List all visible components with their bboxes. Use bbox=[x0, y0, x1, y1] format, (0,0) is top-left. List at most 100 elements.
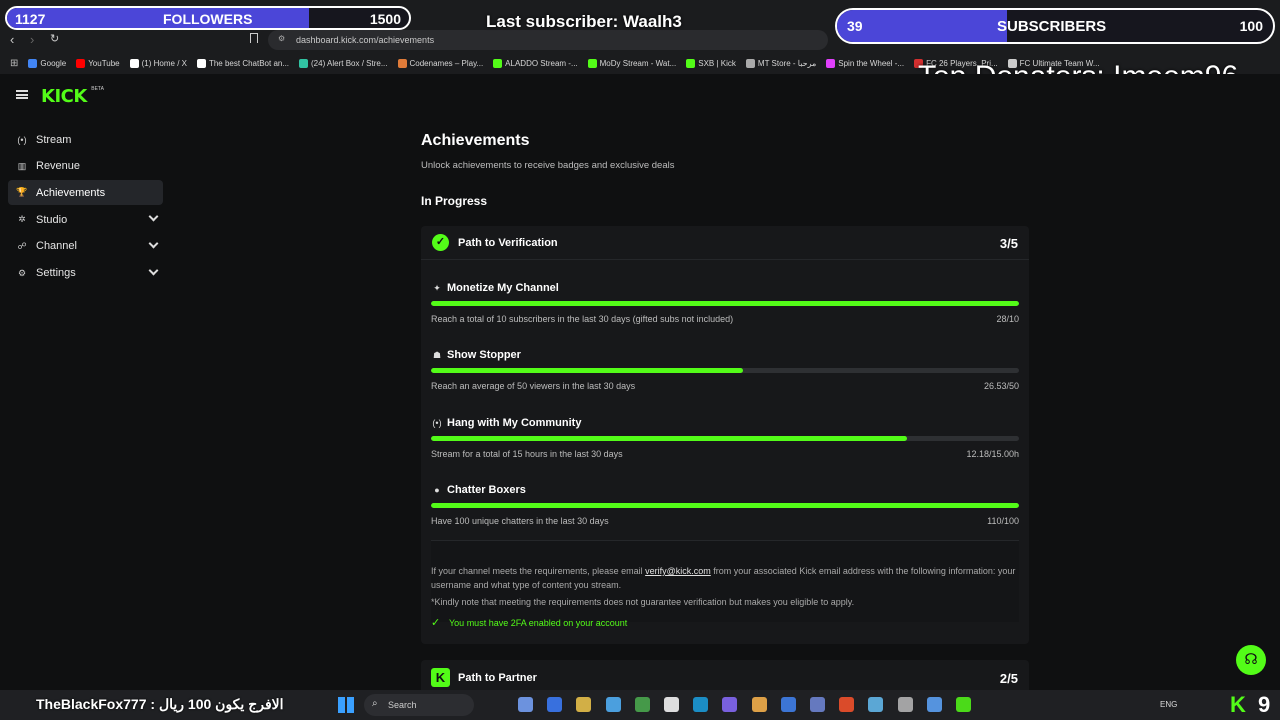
notepad-icon[interactable] bbox=[926, 697, 942, 712]
achievement-progress-bar bbox=[431, 502, 1019, 508]
bookmark-label: SXB | Kick bbox=[698, 58, 736, 68]
corner-number: 9 bbox=[1258, 692, 1271, 717]
bookmark-item[interactable]: (1) Home / X bbox=[129, 58, 187, 68]
bookmark-item[interactable]: Google bbox=[28, 58, 67, 68]
sparkle-icon: ✦ bbox=[433, 283, 441, 293]
bookmark-item[interactable]: YouTube bbox=[76, 58, 120, 68]
verification-header[interactable]: ✓ Path to Verification 3/5 bbox=[421, 226, 1029, 260]
back-icon[interactable]: ‹ bbox=[10, 32, 14, 47]
achievement-progress-fill bbox=[431, 502, 1019, 508]
twofa-requirement: You must have 2FA enabled on your accoun… bbox=[449, 618, 628, 628]
kick-logo[interactable]: KICK BETA bbox=[41, 86, 104, 107]
bookmark-item[interactable]: Spin the Wheel -... bbox=[826, 58, 905, 68]
bookmark-label: ALADDO Stream -... bbox=[505, 58, 578, 68]
followers-goal-bar: 1127 FOLLOWERS 1500 bbox=[5, 6, 411, 30]
hamburger-menu-icon[interactable] bbox=[16, 90, 28, 99]
support-chat-icon[interactable]: ☊ bbox=[1236, 645, 1266, 675]
bookmark-icon[interactable] bbox=[250, 33, 258, 43]
subscribers-label: SUBSCRIBERS bbox=[997, 18, 1107, 35]
followers-current: 1127 bbox=[15, 11, 46, 27]
beta-badge: BETA bbox=[91, 86, 104, 92]
reload-icon[interactable]: ↻ bbox=[50, 32, 59, 45]
bookmark-label: Spin the Wheel -... bbox=[838, 58, 905, 68]
kick-app-icon[interactable] bbox=[956, 697, 971, 712]
apps-grid-icon[interactable]: ⊞ bbox=[10, 58, 18, 69]
achievement-progress-bar bbox=[431, 368, 1019, 374]
discord-icon[interactable] bbox=[810, 697, 825, 712]
page-subtitle: Unlock achievements to receive badges an… bbox=[421, 160, 675, 171]
achievement-title: Monetize My Channel bbox=[447, 282, 559, 294]
sidebar-item-stream[interactable]: (•) Stream bbox=[8, 127, 163, 152]
bookmark-favicon-icon bbox=[28, 58, 38, 68]
taskbar-search[interactable]: ⌕ Search bbox=[364, 694, 474, 716]
monitor-icon[interactable] bbox=[605, 697, 621, 712]
subscribers-goal-bar: 39 SUBSCRIBERS 100 bbox=[835, 8, 1275, 44]
notes-icon[interactable] bbox=[576, 697, 592, 712]
bookmark-favicon-icon bbox=[587, 58, 597, 68]
gamepad-icon[interactable] bbox=[722, 697, 738, 712]
bookmark-item[interactable]: MT Store - مرحبا bbox=[745, 58, 817, 68]
xbox-app-icon[interactable] bbox=[693, 697, 709, 712]
file-explorer-icon[interactable] bbox=[518, 697, 533, 712]
bookmark-label: Codenames – Play... bbox=[409, 58, 484, 68]
achievement-progress-bar bbox=[431, 435, 1019, 441]
bookmark-favicon-icon bbox=[493, 58, 503, 68]
bookmark-item[interactable]: ALADDO Stream -... bbox=[493, 58, 578, 68]
obs-icon[interactable] bbox=[897, 697, 913, 712]
brave-icon[interactable] bbox=[839, 697, 855, 712]
trophy-icon: 🏆 bbox=[16, 187, 28, 198]
achievement-description: Stream for a total of 15 hours in the la… bbox=[431, 448, 623, 459]
achievement-value: 12.18/15.00h bbox=[966, 448, 1019, 459]
achievement-item: (•) Hang with My Community Stream for a to… bbox=[431, 417, 1019, 467]
chrome-icon[interactable] bbox=[780, 697, 796, 712]
verification-note: *Kindly note that meeting the requiremen… bbox=[431, 597, 855, 607]
bookmark-label: Google bbox=[40, 58, 67, 68]
twofa-check-icon: ✓ bbox=[431, 617, 441, 629]
kick-corner-logo: K bbox=[1230, 692, 1246, 717]
start-windows-icon[interactable] bbox=[338, 697, 354, 713]
xbox-icon[interactable] bbox=[634, 697, 650, 712]
sidebar-item-revenue[interactable]: ▥ Revenue bbox=[8, 154, 163, 179]
people-icon: ☍ bbox=[17, 240, 27, 251]
forward-icon[interactable]: › bbox=[30, 32, 34, 47]
settings-icon[interactable] bbox=[547, 697, 563, 712]
achievement-value: 110/100 bbox=[987, 515, 1019, 526]
bookmark-item[interactable]: MoDy Stream - Wat... bbox=[587, 58, 676, 68]
store-icon[interactable] bbox=[664, 697, 679, 712]
bookmark-item[interactable]: Codenames – Play... bbox=[397, 58, 484, 68]
dashboard-page: KICK BETA (•) Stream ▥ Revenue 🏆 Achievements… bbox=[0, 74, 1280, 700]
bookmark-label: The best ChatBot an... bbox=[208, 58, 290, 68]
bookmark-item[interactable]: SXB | Kick bbox=[686, 58, 736, 68]
url-field[interactable]: ⚙ dashboard.kick.com/achievements bbox=[268, 30, 828, 50]
sidebar-item-label: Studio bbox=[36, 213, 68, 226]
sidebar-item-settings[interactable]: ⚙ Settings bbox=[8, 261, 163, 286]
verification-title: Path to Verification bbox=[458, 237, 558, 249]
sidebar-item-studio[interactable]: ✲ Studio bbox=[8, 207, 163, 232]
bookmark-item[interactable]: (24) Alert Box / Stre... bbox=[299, 58, 388, 68]
folder-icon[interactable] bbox=[751, 697, 767, 712]
achievement-description: Reach a total of 10 subscribers in the l… bbox=[431, 314, 734, 324]
partner-title: Path to Partner bbox=[458, 672, 537, 684]
sidebar-item-label: Settings bbox=[36, 267, 76, 279]
followers-label: FOLLOWERS bbox=[163, 11, 253, 27]
bookmark-item[interactable]: The best ChatBot an... bbox=[196, 58, 290, 68]
sidebar-item-channel[interactable]: ☍ Channel bbox=[8, 234, 163, 259]
info-text-before: If your channel meets the requirements, … bbox=[431, 566, 646, 576]
steam-icon[interactable] bbox=[868, 697, 884, 712]
subscribers-current: 39 bbox=[847, 18, 863, 34]
bookmark-label: (24) Alert Box / Stre... bbox=[311, 58, 388, 68]
achievement-progress-bar bbox=[431, 301, 1019, 306]
achievement-item: ● Chatter Boxers Have 100 unique chatters … bbox=[431, 484, 1019, 534]
sidebar-item-achievements[interactable]: 🏆 Achievements bbox=[8, 180, 163, 206]
achievement-description: Reach an average of 50 viewers in the la… bbox=[431, 381, 636, 392]
achievement-value: 28/10 bbox=[996, 314, 1019, 324]
kick-k-icon: K bbox=[431, 668, 450, 687]
broadcast-icon: (•) bbox=[432, 417, 442, 428]
sidebar-item-label: Channel bbox=[36, 240, 77, 253]
verification-count: 3/5 bbox=[999, 236, 1018, 251]
site-info-icon[interactable]: ⚙ bbox=[278, 34, 285, 43]
bookmark-label: MT Store - مرحبا bbox=[757, 58, 817, 68]
language-indicator[interactable]: ENG bbox=[1160, 700, 1177, 709]
verify-email-link[interactable]: verify@kick.com bbox=[645, 566, 711, 576]
chevron-down-icon bbox=[148, 238, 159, 249]
